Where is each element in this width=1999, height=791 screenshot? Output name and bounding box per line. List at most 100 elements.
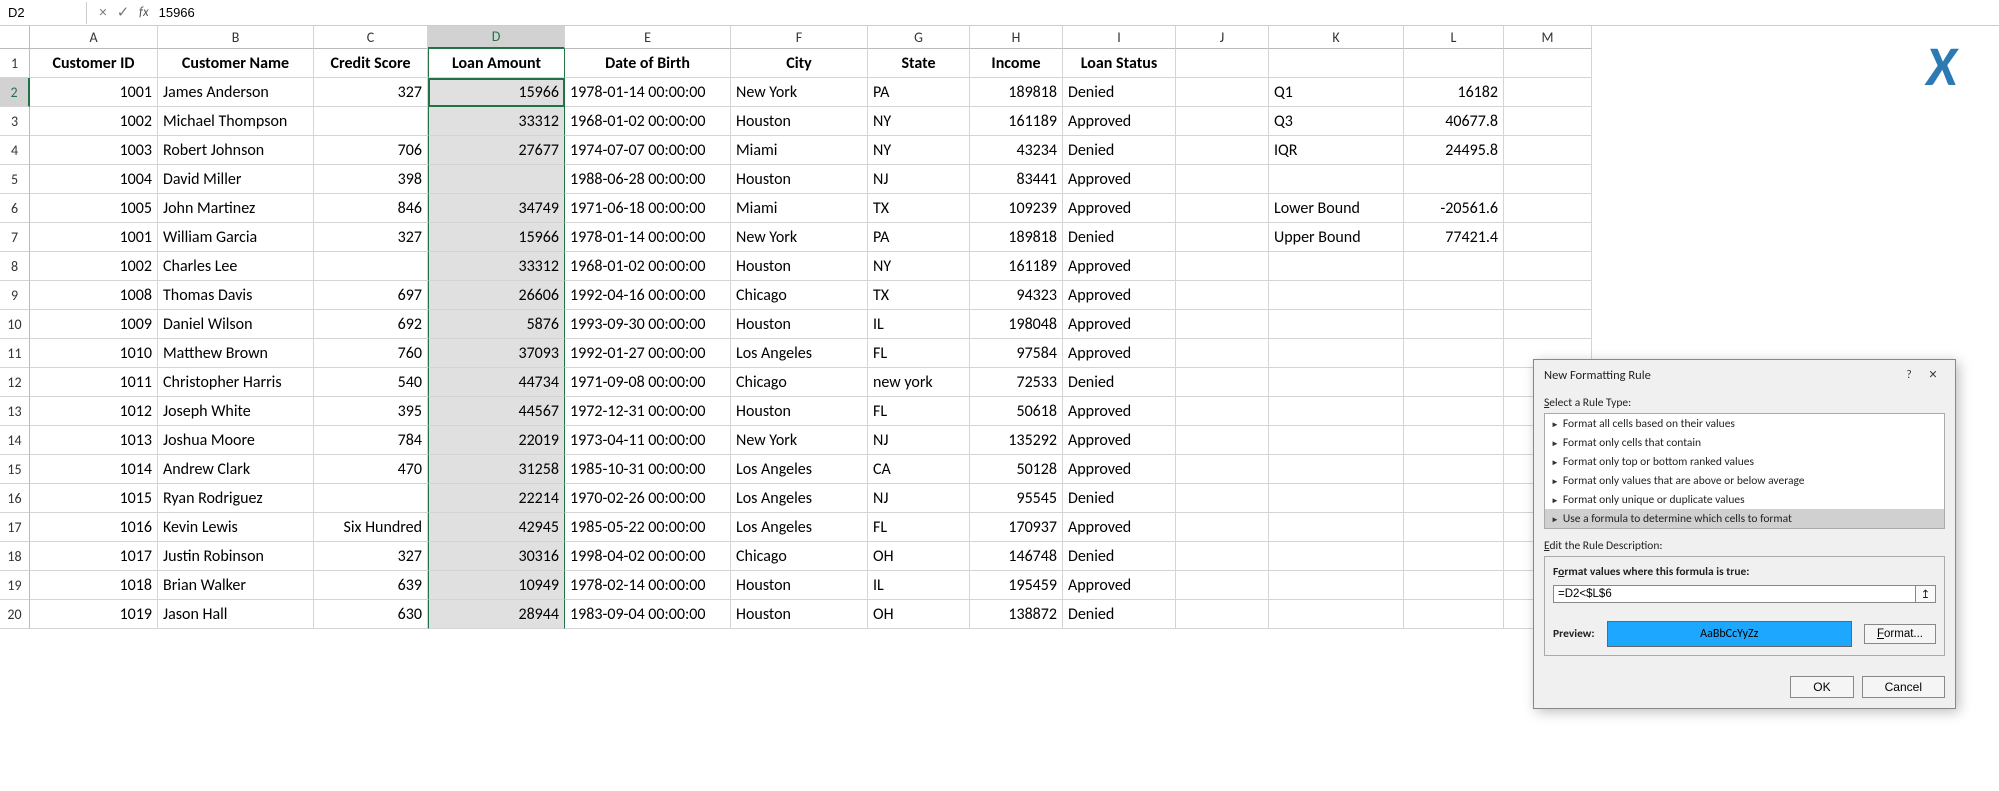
cell-F2[interactable]: New York [731,78,868,107]
cell-H3[interactable]: 161189 [970,107,1063,136]
cell-L4[interactable]: 24495.8 [1404,136,1504,165]
cell-K1[interactable] [1269,49,1404,78]
cell-I15[interactable]: Approved [1063,455,1176,484]
cell-I11[interactable]: Approved [1063,339,1176,368]
cell-B20[interactable]: Jason Hall [158,600,314,629]
cell-E10[interactable]: 1993-09-30 00:00:00 [565,310,731,339]
cell-M1[interactable] [1504,49,1592,78]
cell-L1[interactable] [1404,49,1504,78]
cell-G5[interactable]: NJ [868,165,970,194]
cell-C7[interactable]: 327 [314,223,428,252]
cell-C3[interactable] [314,107,428,136]
cell-C17[interactable]: Six Hundred [314,513,428,542]
cell-E7[interactable]: 1978-01-14 00:00:00 [565,223,731,252]
cell-G17[interactable]: FL [868,513,970,542]
cell-B9[interactable]: Thomas Davis [158,281,314,310]
cell-A8[interactable]: 1002 [30,252,158,281]
cell-F20[interactable]: Houston [731,600,868,629]
cell-A6[interactable]: 1005 [30,194,158,223]
cell-E1[interactable]: Date of Birth [565,49,731,78]
cell-L2[interactable]: 16182 [1404,78,1504,107]
cell-J3[interactable] [1176,107,1269,136]
cell-A7[interactable]: 1001 [30,223,158,252]
cell-K10[interactable] [1269,310,1404,339]
cell-A9[interactable]: 1008 [30,281,158,310]
cell-M10[interactable] [1504,310,1592,339]
row-header-12[interactable]: 12 [0,368,30,397]
cell-C15[interactable]: 470 [314,455,428,484]
cell-F9[interactable]: Chicago [731,281,868,310]
cell-D13[interactable]: 44567 [428,397,565,426]
cell-L11[interactable] [1404,339,1504,368]
cell-D3[interactable]: 33312 [428,107,565,136]
cell-E9[interactable]: 1992-04-16 00:00:00 [565,281,731,310]
cell-K16[interactable] [1269,484,1404,513]
cancel-icon[interactable]: × [93,3,113,23]
fx-icon[interactable]: fx [139,5,149,20]
col-header-D[interactable]: D [428,26,565,49]
cell-G8[interactable]: NY [868,252,970,281]
cell-M3[interactable] [1504,107,1592,136]
cell-E17[interactable]: 1985-05-22 00:00:00 [565,513,731,542]
cell-E14[interactable]: 1973-04-11 00:00:00 [565,426,731,455]
cell-H15[interactable]: 50128 [970,455,1063,484]
row-header-8[interactable]: 8 [0,252,30,281]
cell-F15[interactable]: Los Angeles [731,455,868,484]
cell-K17[interactable] [1269,513,1404,542]
cell-H17[interactable]: 170937 [970,513,1063,542]
cell-G2[interactable]: PA [868,78,970,107]
cell-M4[interactable] [1504,136,1592,165]
cell-B17[interactable]: Kevin Lewis [158,513,314,542]
rule-type-option[interactable]: Format only unique or duplicate values [1545,490,1944,509]
cell-K13[interactable] [1269,397,1404,426]
cell-D9[interactable]: 26606 [428,281,565,310]
select-all-corner[interactable] [0,26,30,49]
cell-K15[interactable] [1269,455,1404,484]
cell-L20[interactable] [1404,600,1504,629]
cell-J5[interactable] [1176,165,1269,194]
cell-F8[interactable]: Houston [731,252,868,281]
cell-A3[interactable]: 1002 [30,107,158,136]
cell-L3[interactable]: 40677.8 [1404,107,1504,136]
row-header-15[interactable]: 15 [0,455,30,484]
cell-J11[interactable] [1176,339,1269,368]
cell-B14[interactable]: Joshua Moore [158,426,314,455]
cell-E15[interactable]: 1985-10-31 00:00:00 [565,455,731,484]
cell-H2[interactable]: 189818 [970,78,1063,107]
cell-B10[interactable]: Daniel Wilson [158,310,314,339]
row-header-4[interactable]: 4 [0,136,30,165]
cell-A16[interactable]: 1015 [30,484,158,513]
cell-D18[interactable]: 30316 [428,542,565,571]
cell-A19[interactable]: 1018 [30,571,158,600]
col-header-K[interactable]: K [1269,26,1404,49]
cell-J7[interactable] [1176,223,1269,252]
cell-G10[interactable]: IL [868,310,970,339]
cell-E13[interactable]: 1972-12-31 00:00:00 [565,397,731,426]
cell-A18[interactable]: 1017 [30,542,158,571]
cell-I6[interactable]: Approved [1063,194,1176,223]
col-header-I[interactable]: I [1063,26,1176,49]
cell-C9[interactable]: 697 [314,281,428,310]
cell-K19[interactable] [1269,571,1404,600]
cell-L8[interactable] [1404,252,1504,281]
cell-F12[interactable]: Chicago [731,368,868,397]
cell-K18[interactable] [1269,542,1404,571]
cell-H14[interactable]: 135292 [970,426,1063,455]
cell-J15[interactable] [1176,455,1269,484]
row-header-16[interactable]: 16 [0,484,30,513]
cell-H16[interactable]: 95545 [970,484,1063,513]
cell-E18[interactable]: 1998-04-02 00:00:00 [565,542,731,571]
cell-J6[interactable] [1176,194,1269,223]
cell-C5[interactable]: 398 [314,165,428,194]
cell-E12[interactable]: 1971-09-08 00:00:00 [565,368,731,397]
row-header-14[interactable]: 14 [0,426,30,455]
cell-A13[interactable]: 1012 [30,397,158,426]
cell-C10[interactable]: 692 [314,310,428,339]
formula-input[interactable] [155,3,1995,22]
range-picker-icon[interactable]: ↥ [1916,585,1936,603]
col-header-M[interactable]: M [1504,26,1592,49]
cell-F6[interactable]: Miami [731,194,868,223]
cell-E11[interactable]: 1992-01-27 00:00:00 [565,339,731,368]
cell-H4[interactable]: 43234 [970,136,1063,165]
cell-L19[interactable] [1404,571,1504,600]
